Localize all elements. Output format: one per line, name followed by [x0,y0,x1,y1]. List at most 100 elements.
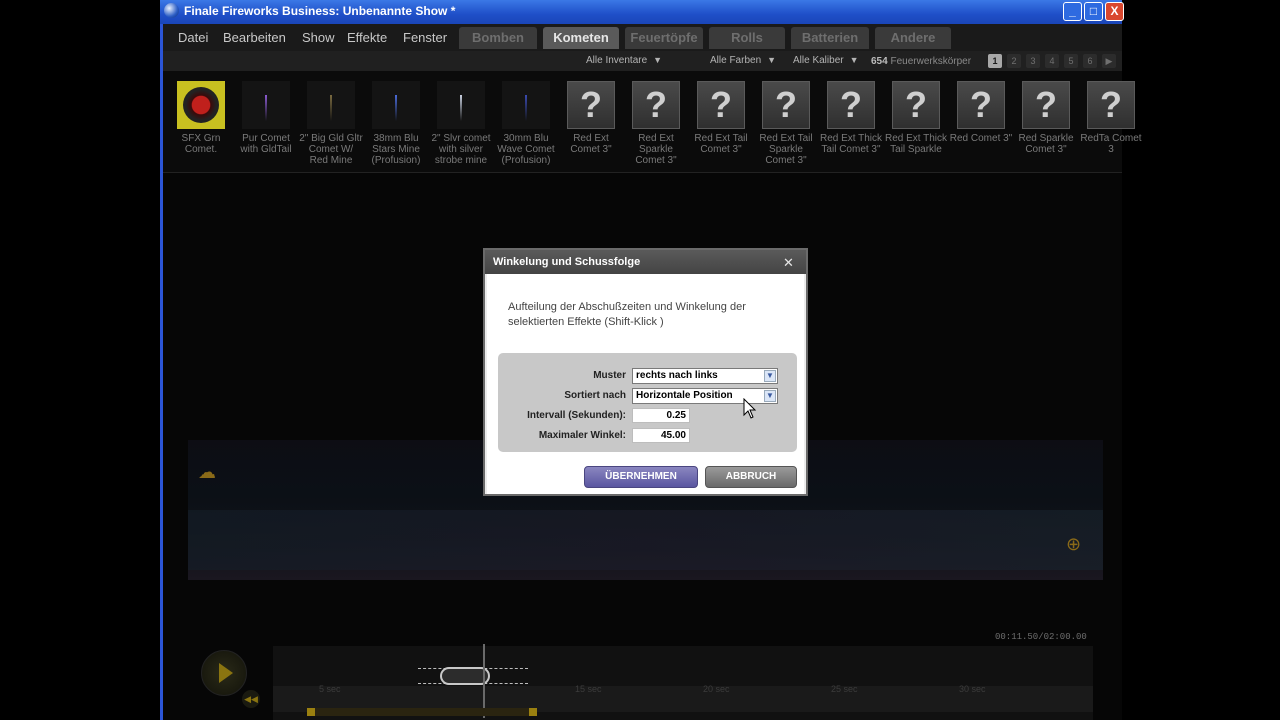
angle-sequence-dialog: Winkelung und Schussfolge ✕ Aufteilung d… [483,248,808,496]
weather-cloud-icon[interactable]: ☁ [198,462,238,486]
menu-bearbeiten[interactable]: Bearbeiten [223,30,286,45]
product-item[interactable]: ? Red Ext Thick Tail Comet 3" [819,81,883,173]
product-label: SFX Grn Comet. [181,133,221,155]
product-item[interactable]: ? Red Ext Tail Sparkle Comet 3" [754,81,818,173]
pattern-select[interactable]: rechts nach links ▼ [632,368,778,384]
comet-thumbnail-icon [307,81,355,129]
caliber-filter[interactable]: Alle Kaliber ▼ [793,55,859,66]
product-label: Red Ext Thick Tail Sparkle [884,133,948,155]
range-end-handle[interactable] [529,708,537,716]
title-bar: Finale Fireworks Business: Unbenannte Sh… [160,0,1124,24]
window-title: Finale Fireworks Business: Unbenannte Sh… [184,4,456,18]
page-5[interactable]: 5 [1064,54,1078,68]
interval-label: Intervall (Sekunden): [527,410,626,421]
dialog-header: Winkelung und Schussfolge ✕ [485,250,806,274]
interval-input[interactable]: 0.25 [632,408,690,423]
sort-value: Horizontale Position [636,390,733,401]
tab-batterien[interactable]: Batterien [791,27,869,49]
maximize-button[interactable]: □ [1084,2,1103,21]
product-label: Red Ext Tail Sparkle Comet 3" [759,133,813,166]
product-item[interactable]: 30mm Blu Wave Comet (Profusion) [494,81,558,173]
chevron-down-icon[interactable]: ▼ [764,370,776,382]
range-start-handle[interactable] [307,708,315,716]
playhead[interactable] [483,644,485,718]
chevron-down-icon: ▼ [849,55,859,65]
tab-rolls[interactable]: Rolls [709,27,785,49]
max-angle-label: Maximaler Winkel: [538,430,626,441]
product-item[interactable]: SFX Grn Comet. [169,81,233,173]
product-item[interactable]: ? RedTa Comet 3 [1079,81,1143,173]
timeline-tick: 15 sec [575,684,602,694]
dialog-description: Aufteilung der Abschußzeiten und Winkelu… [508,301,746,328]
max-angle-input[interactable]: 45.00 [632,428,690,443]
product-shelf: SFX Grn Comet. Pur Comet with GldTail 2" B… [163,71,1142,173]
tab-andere[interactable]: Andere [875,27,951,49]
tab-bomben[interactable]: Bomben [459,27,537,49]
filter-bar: Alle Inventare ▼ Alle Farben ▼ Alle Kalibe… [163,51,1122,71]
menu-effekte[interactable]: Effekte [347,30,387,45]
comet-streak [395,95,397,121]
tab-kometen[interactable]: Kometen [543,27,619,49]
color-filter[interactable]: Alle Farben ▼ [710,55,776,66]
product-item[interactable]: Pur Comet with GldTail [234,81,298,173]
comet-thumbnail-icon [372,81,420,129]
cancel-button[interactable]: ABBRUCH [705,466,797,488]
product-label: Red Ext Tail Comet 3" [694,133,748,155]
dialog-close-icon[interactable]: ✕ [783,255,794,271]
unknown-product-icon: ? [632,81,680,129]
logo-emblem [183,87,219,123]
tab-feuertoepfe[interactable]: Feuertöpfe [625,27,703,49]
product-label: Red Comet 3" [949,133,1013,144]
rewind-button[interactable]: ◀◀ [242,690,260,708]
page-3[interactable]: 3 [1026,54,1040,68]
product-item[interactable]: ? Red Comet 3" [949,81,1013,173]
comet-thumbnail-icon [437,81,485,129]
menu-show[interactable]: Show [302,30,335,45]
product-item[interactable]: ? Red Ext Thick Tail Sparkle [884,81,948,173]
color-filter-label: Alle Farben [710,55,762,66]
zoom-icon[interactable]: ⊕ [1066,534,1088,556]
product-label: Pur Comet with GldTail [240,133,292,155]
play-range[interactable] [307,708,537,716]
page-2[interactable]: 2 [1007,54,1021,68]
event-cluster[interactable] [418,667,528,685]
page-1[interactable]: 1 [988,54,1002,68]
close-button[interactable]: X [1105,2,1124,21]
comet-streak [330,95,332,121]
app-logo-icon [164,3,179,18]
menu-datei[interactable]: Datei [178,30,208,45]
comet-thumbnail-icon [242,81,290,129]
apply-button[interactable]: ÜBERNEHMEN [584,466,698,488]
product-label: 2" Slvr comet with silver strobe mine [431,133,491,166]
comet-streak [525,95,527,121]
product-item[interactable]: 38mm Blu Stars Mine (Profusion) [364,81,428,173]
page-6[interactable]: 6 [1083,54,1097,68]
chevron-down-icon: ▼ [653,55,663,65]
product-label: Red Sparkle Comet 3" [1018,133,1074,155]
product-item[interactable]: ? Red Ext Sparkle Comet 3" [624,81,688,173]
page-4[interactable]: 4 [1045,54,1059,68]
next-page-button[interactable]: ▶ [1102,54,1116,68]
product-item[interactable]: 2" Big Gld Gltr Comet W/ Red Mine [299,81,363,173]
product-item[interactable]: ? Red Ext Tail Comet 3" [689,81,753,173]
timeline-track[interactable]: 5 sec 15 sec 20 sec 25 sec 30 sec [273,644,1093,720]
sort-label: Sortiert nach [564,390,626,401]
inventory-filter[interactable]: Alle Inventare ▼ [586,55,662,66]
minimize-button[interactable]: _ [1063,2,1082,21]
timecode: 00:11.50/02:00.00 [995,632,1087,642]
unknown-product-icon: ? [1087,81,1135,129]
product-logo-icon [177,81,225,129]
product-label: Red Ext Thick Tail Comet 3" [819,133,883,155]
play-button[interactable] [201,650,247,696]
inventory-filter-label: Alle Inventare [586,55,648,66]
product-item[interactable]: ? Red Sparkle Comet 3" [1014,81,1078,173]
dialog-body: Aufteilung der Abschußzeiten und Winkelu… [487,274,804,494]
comet-streak [460,95,462,121]
product-item[interactable]: ? Red Ext Comet 3" [559,81,623,173]
product-item[interactable]: 2" Slvr comet with silver strobe mine [429,81,493,173]
chevron-down-icon[interactable]: ▼ [764,390,776,402]
unknown-product-icon: ? [892,81,940,129]
unknown-product-icon: ? [827,81,875,129]
menu-fenster[interactable]: Fenster [403,30,447,45]
caliber-filter-label: Alle Kaliber [793,55,844,66]
